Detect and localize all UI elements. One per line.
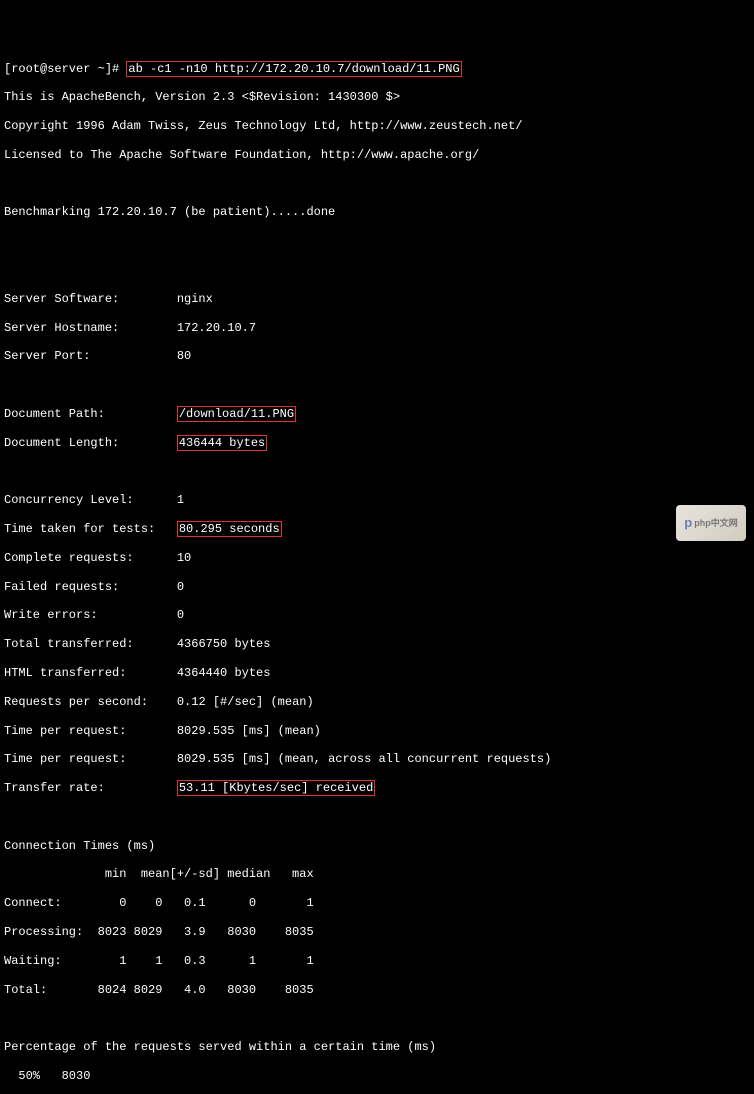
- percentile-title: Percentage of the requests served within…: [4, 1040, 750, 1054]
- server-hostname: Server Hostname: 172.20.10.7: [4, 321, 750, 335]
- blank-line: [4, 177, 750, 191]
- time-taken: Time taken for tests: 80.295 seconds: [4, 522, 750, 536]
- time-per-request-1: Time per request: 8029.535 [ms] (mean): [4, 724, 750, 738]
- conn-waiting: Waiting: 1 1 0.3 1 1: [4, 954, 750, 968]
- doc-length-value: 436444 bytes: [177, 435, 267, 451]
- command-text: ab -c1 -n10 http://172.20.10.7/download/…: [126, 61, 461, 77]
- blank-line: [4, 465, 750, 479]
- time-taken-value: 80.295 seconds: [177, 521, 282, 537]
- conn-times-title: Connection Times (ms): [4, 839, 750, 853]
- blank-line: [4, 810, 750, 824]
- transfer-rate-value: 53.11 [Kbytes/sec] received: [177, 780, 375, 796]
- blank-line: [4, 1011, 750, 1025]
- concurrency: Concurrency Level: 1: [4, 493, 750, 507]
- header-line: Copyright 1996 Adam Twiss, Zeus Technolo…: [4, 119, 750, 133]
- header-line: This is ApacheBench, Version 2.3 <$Revis…: [4, 90, 750, 104]
- conn-times-header: min mean[+/-sd] median max: [4, 867, 750, 881]
- server-port: Server Port: 80: [4, 349, 750, 363]
- watermark-badge: p php中文网: [676, 505, 746, 541]
- transfer-rate: Transfer rate: 53.11 [Kbytes/sec] receiv…: [4, 781, 750, 795]
- benchmark-line: Benchmarking 172.20.10.7 (be patient)...…: [4, 205, 750, 219]
- html-transferred: HTML transferred: 4364440 bytes: [4, 666, 750, 680]
- write-errors: Write errors: 0: [4, 608, 750, 622]
- doc-path: Document Path: /download/11.PNG: [4, 407, 750, 421]
- doc-path-value: /download/11.PNG: [177, 406, 296, 422]
- requests-per-second: Requests per second: 0.12 [#/sec] (mean): [4, 695, 750, 709]
- complete-requests: Complete requests: 10: [4, 551, 750, 565]
- blank-line: [4, 378, 750, 392]
- blank-line: [4, 263, 750, 277]
- conn-process: Processing: 8023 8029 3.9 8030 8035: [4, 925, 750, 939]
- watermark-text: php中文网: [694, 519, 738, 528]
- blank-line: [4, 234, 750, 248]
- conn-total: Total: 8024 8029 4.0 8030 8035: [4, 983, 750, 997]
- total-transferred: Total transferred: 4366750 bytes: [4, 637, 750, 651]
- prompt-line: [root@server ~]# ab -c1 -n10 http://172.…: [4, 62, 750, 76]
- percentile-row: 50% 8030: [4, 1069, 750, 1083]
- header-line: Licensed to The Apache Software Foundati…: [4, 148, 750, 162]
- watermark-logo-icon: p: [684, 515, 692, 531]
- server-software: Server Software: nginx: [4, 292, 750, 306]
- time-per-request-2: Time per request: 8029.535 [ms] (mean, a…: [4, 752, 750, 766]
- conn-connect: Connect: 0 0 0.1 0 1: [4, 896, 750, 910]
- failed-requests: Failed requests: 0: [4, 580, 750, 594]
- prompt-prefix: [root@server ~]#: [4, 62, 126, 76]
- doc-length: Document Length: 436444 bytes: [4, 436, 750, 450]
